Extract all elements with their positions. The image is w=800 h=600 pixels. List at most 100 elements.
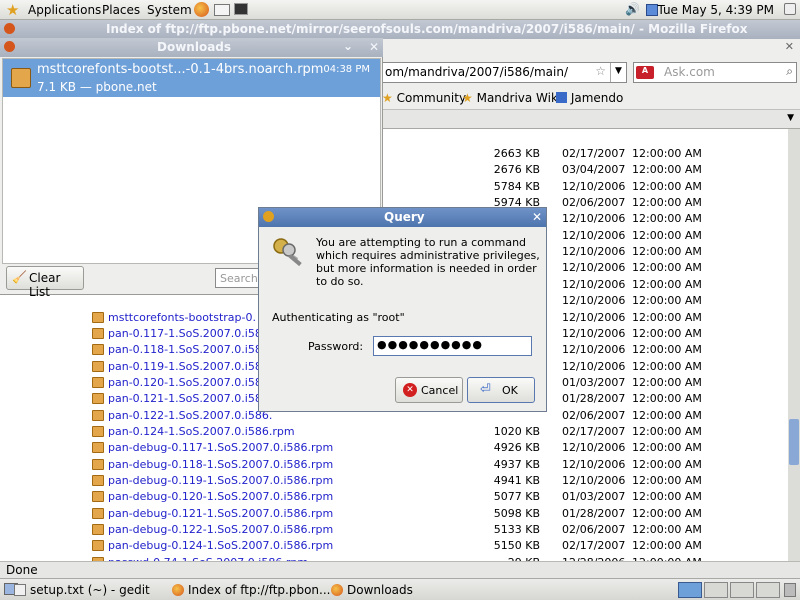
package-icon: [11, 68, 31, 88]
search-placeholder: Search: [220, 272, 258, 285]
url-dropdown-icon[interactable]: ▼: [610, 63, 626, 82]
bookmark-jamendo[interactable]: Jamendo: [556, 91, 623, 105]
downloads-titlebar[interactable]: Downloads ⌄ ✕: [0, 38, 383, 57]
search-icon[interactable]: ⌕: [786, 64, 793, 79]
file-link[interactable]: pan-debug-0.119-1.SoS.2007.0.i586.rpm: [108, 474, 333, 487]
file-date: 01/03/2007: [562, 490, 626, 504]
file-size: 4926 KB: [493, 441, 540, 455]
email-launcher-icon[interactable]: [214, 4, 230, 16]
workspace-switcher-3[interactable]: [730, 582, 754, 598]
package-file-icon: [92, 344, 104, 356]
file-date: 01/28/2007: [562, 392, 626, 406]
file-link[interactable]: msttcorefonts-bootstrap-0.: [108, 311, 256, 324]
bottom-panel: setup.txt (~) - gedit Index of ftp://ftp…: [0, 578, 800, 600]
task-downloads[interactable]: Downloads: [331, 583, 413, 597]
file-date: 12/10/2006: [562, 277, 626, 291]
file-link[interactable]: pan-0.119-1.SoS.2007.0.i586.: [108, 360, 272, 373]
system-menu[interactable]: System: [147, 3, 192, 17]
workspace-switcher-2[interactable]: [704, 582, 728, 598]
trash-icon[interactable]: [784, 583, 796, 597]
file-link[interactable]: pan-debug-0.124-1.SoS.2007.0.i586.rpm: [108, 539, 333, 552]
search-bar[interactable]: A Ask.com ⌕: [633, 62, 797, 83]
auth-text: Authenticating as "root": [272, 311, 405, 324]
firefox-icon: [172, 584, 184, 596]
clock[interactable]: Tue May 5, 4:39 PM: [657, 3, 774, 17]
applications-menu[interactable]: Applications: [28, 3, 101, 17]
bookmark-label: Jamendo: [570, 91, 624, 105]
download-item[interactable]: msttcorefonts-bootst...-0.1-4brs.noarch.…: [3, 59, 380, 97]
file-date: 02/06/2007: [562, 196, 626, 210]
firefox-titlebar[interactable]: Index of ftp://ftp.pbone.net/mirror/seer…: [0, 20, 800, 39]
bookmark-icon: ★: [462, 91, 473, 105]
file-link[interactable]: pan-debug-0.117-1.SoS.2007.0.i586.rpm: [108, 441, 333, 454]
file-time: 12:00:00 AM: [632, 245, 702, 259]
url-text: om/mandriva/2007/i586/main/: [385, 65, 568, 79]
file-link[interactable]: pan-0.120-1.SoS.2007.0.i586.: [108, 376, 272, 389]
file-link[interactable]: pan-debug-0.120-1.SoS.2007.0.i586.rpm: [108, 490, 333, 503]
password-field[interactable]: ●●●●●●●●●●: [373, 336, 532, 356]
window-menu-icon[interactable]: [4, 23, 15, 34]
task-firefox[interactable]: Index of ftp://ftp.pbon...: [172, 583, 330, 597]
search-input[interactable]: Ask.com: [664, 65, 715, 79]
file-size: 5150 KB: [493, 539, 540, 553]
ok-button[interactable]: ⏎ OK: [467, 377, 535, 403]
workspace-switcher-1[interactable]: [678, 582, 702, 598]
file-date: 12/10/2006: [562, 212, 626, 226]
gnome-foot-icon[interactable]: ★: [6, 1, 19, 19]
file-link[interactable]: pan-debug-0.122-1.SoS.2007.0.i586.rpm: [108, 523, 333, 536]
file-time: 12:00:00 AM: [632, 424, 702, 438]
close-icon[interactable]: ✕: [532, 210, 542, 224]
bookmark-community[interactable]: ★ Community: [382, 91, 466, 105]
firefox-launcher-icon[interactable]: [194, 2, 209, 17]
package-file-icon: [92, 409, 104, 421]
file-time: 12:00:00 AM: [632, 490, 702, 504]
tab-list-icon[interactable]: ▼: [787, 113, 794, 123]
scrollbar-thumb[interactable]: [789, 419, 799, 465]
window-menu-icon[interactable]: [4, 41, 15, 52]
file-time: 12:00:00 AM: [632, 359, 702, 373]
file-link[interactable]: pan-0.124-1.SoS.2007.0.i586.rpm: [108, 425, 295, 438]
file-size: 5077 KB: [493, 490, 540, 504]
file-date: 12/10/2006: [562, 261, 626, 275]
file-date: 12/10/2006: [562, 474, 626, 487]
file-row: pan-debug-0.118-1.SoS.2007.0.i586.rpm 493…: [0, 457, 788, 473]
file-link[interactable]: pan-0.121-1.SoS.2007.0.i586.: [108, 392, 272, 405]
file-link[interactable]: pan-0.122-1.SoS.2007.0.i586.: [108, 409, 272, 422]
file-time: 12:00:00 AM: [632, 228, 702, 242]
workspace-switcher-4[interactable]: [756, 582, 780, 598]
password-label: Password:: [308, 340, 364, 353]
file-date: 02/17/2007: [562, 539, 626, 553]
places-menu[interactable]: Places: [102, 3, 140, 17]
file-date: 01/28/2007: [562, 506, 626, 520]
package-file-icon: [92, 376, 104, 388]
task-gedit[interactable]: setup.txt (~) - gedit: [14, 583, 150, 597]
query-titlebar[interactable]: Query ✕: [259, 208, 546, 227]
bookmark-mandriva-wiki[interactable]: ★ Mandriva Wiki: [462, 91, 561, 105]
shutdown-icon[interactable]: [784, 3, 796, 15]
file-date: 12/10/2006: [562, 359, 626, 373]
file-size: 2663 KB: [493, 147, 540, 160]
firefox-window-title: Index of ftp://ftp.pbone.net/mirror/seer…: [106, 22, 748, 36]
status-bar: Done: [0, 561, 800, 578]
cancel-button[interactable]: ✕ Cancel: [395, 377, 463, 403]
tab-close-icon[interactable]: ✕: [785, 40, 794, 53]
file-date: 03/04/2007: [562, 163, 626, 177]
search-engine-icon[interactable]: A: [636, 66, 654, 79]
file-link[interactable]: pan-0.118-1.SoS.2007.0.i586.: [108, 343, 272, 356]
page-scrollbar[interactable]: [788, 129, 800, 566]
tab-bar: ▼: [382, 109, 800, 129]
close-icon[interactable]: ✕: [369, 40, 379, 54]
file-link[interactable]: pan-debug-0.121-1.SoS.2007.0.i586.rpm: [108, 507, 333, 520]
file-link[interactable]: pan-0.117-1.SoS.2007.0.i586.: [108, 327, 272, 340]
bookmark-star-icon[interactable]: ☆: [595, 64, 606, 78]
ok-icon: ⏎: [480, 382, 491, 397]
window-menu-icon[interactable]: [263, 211, 274, 222]
clear-list-button[interactable]: 🧹 Clear List: [6, 266, 84, 299]
query-dialog: Query ✕ You are attempting to run a comm…: [258, 207, 547, 412]
file-row: pan-debug-0.119-1.SoS.2007.0.i586.rpm 494…: [0, 473, 788, 489]
file-link[interactable]: pan-debug-0.118-1.SoS.2007.0.i586.rpm: [108, 458, 333, 471]
url-bar[interactable]: om/mandriva/2007/i586/main/ ☆ ▼: [382, 62, 627, 83]
terminal-launcher-icon[interactable]: [234, 3, 248, 15]
minimize-icon[interactable]: ⌄: [343, 39, 353, 53]
volume-icon[interactable]: 🔊: [625, 2, 640, 16]
